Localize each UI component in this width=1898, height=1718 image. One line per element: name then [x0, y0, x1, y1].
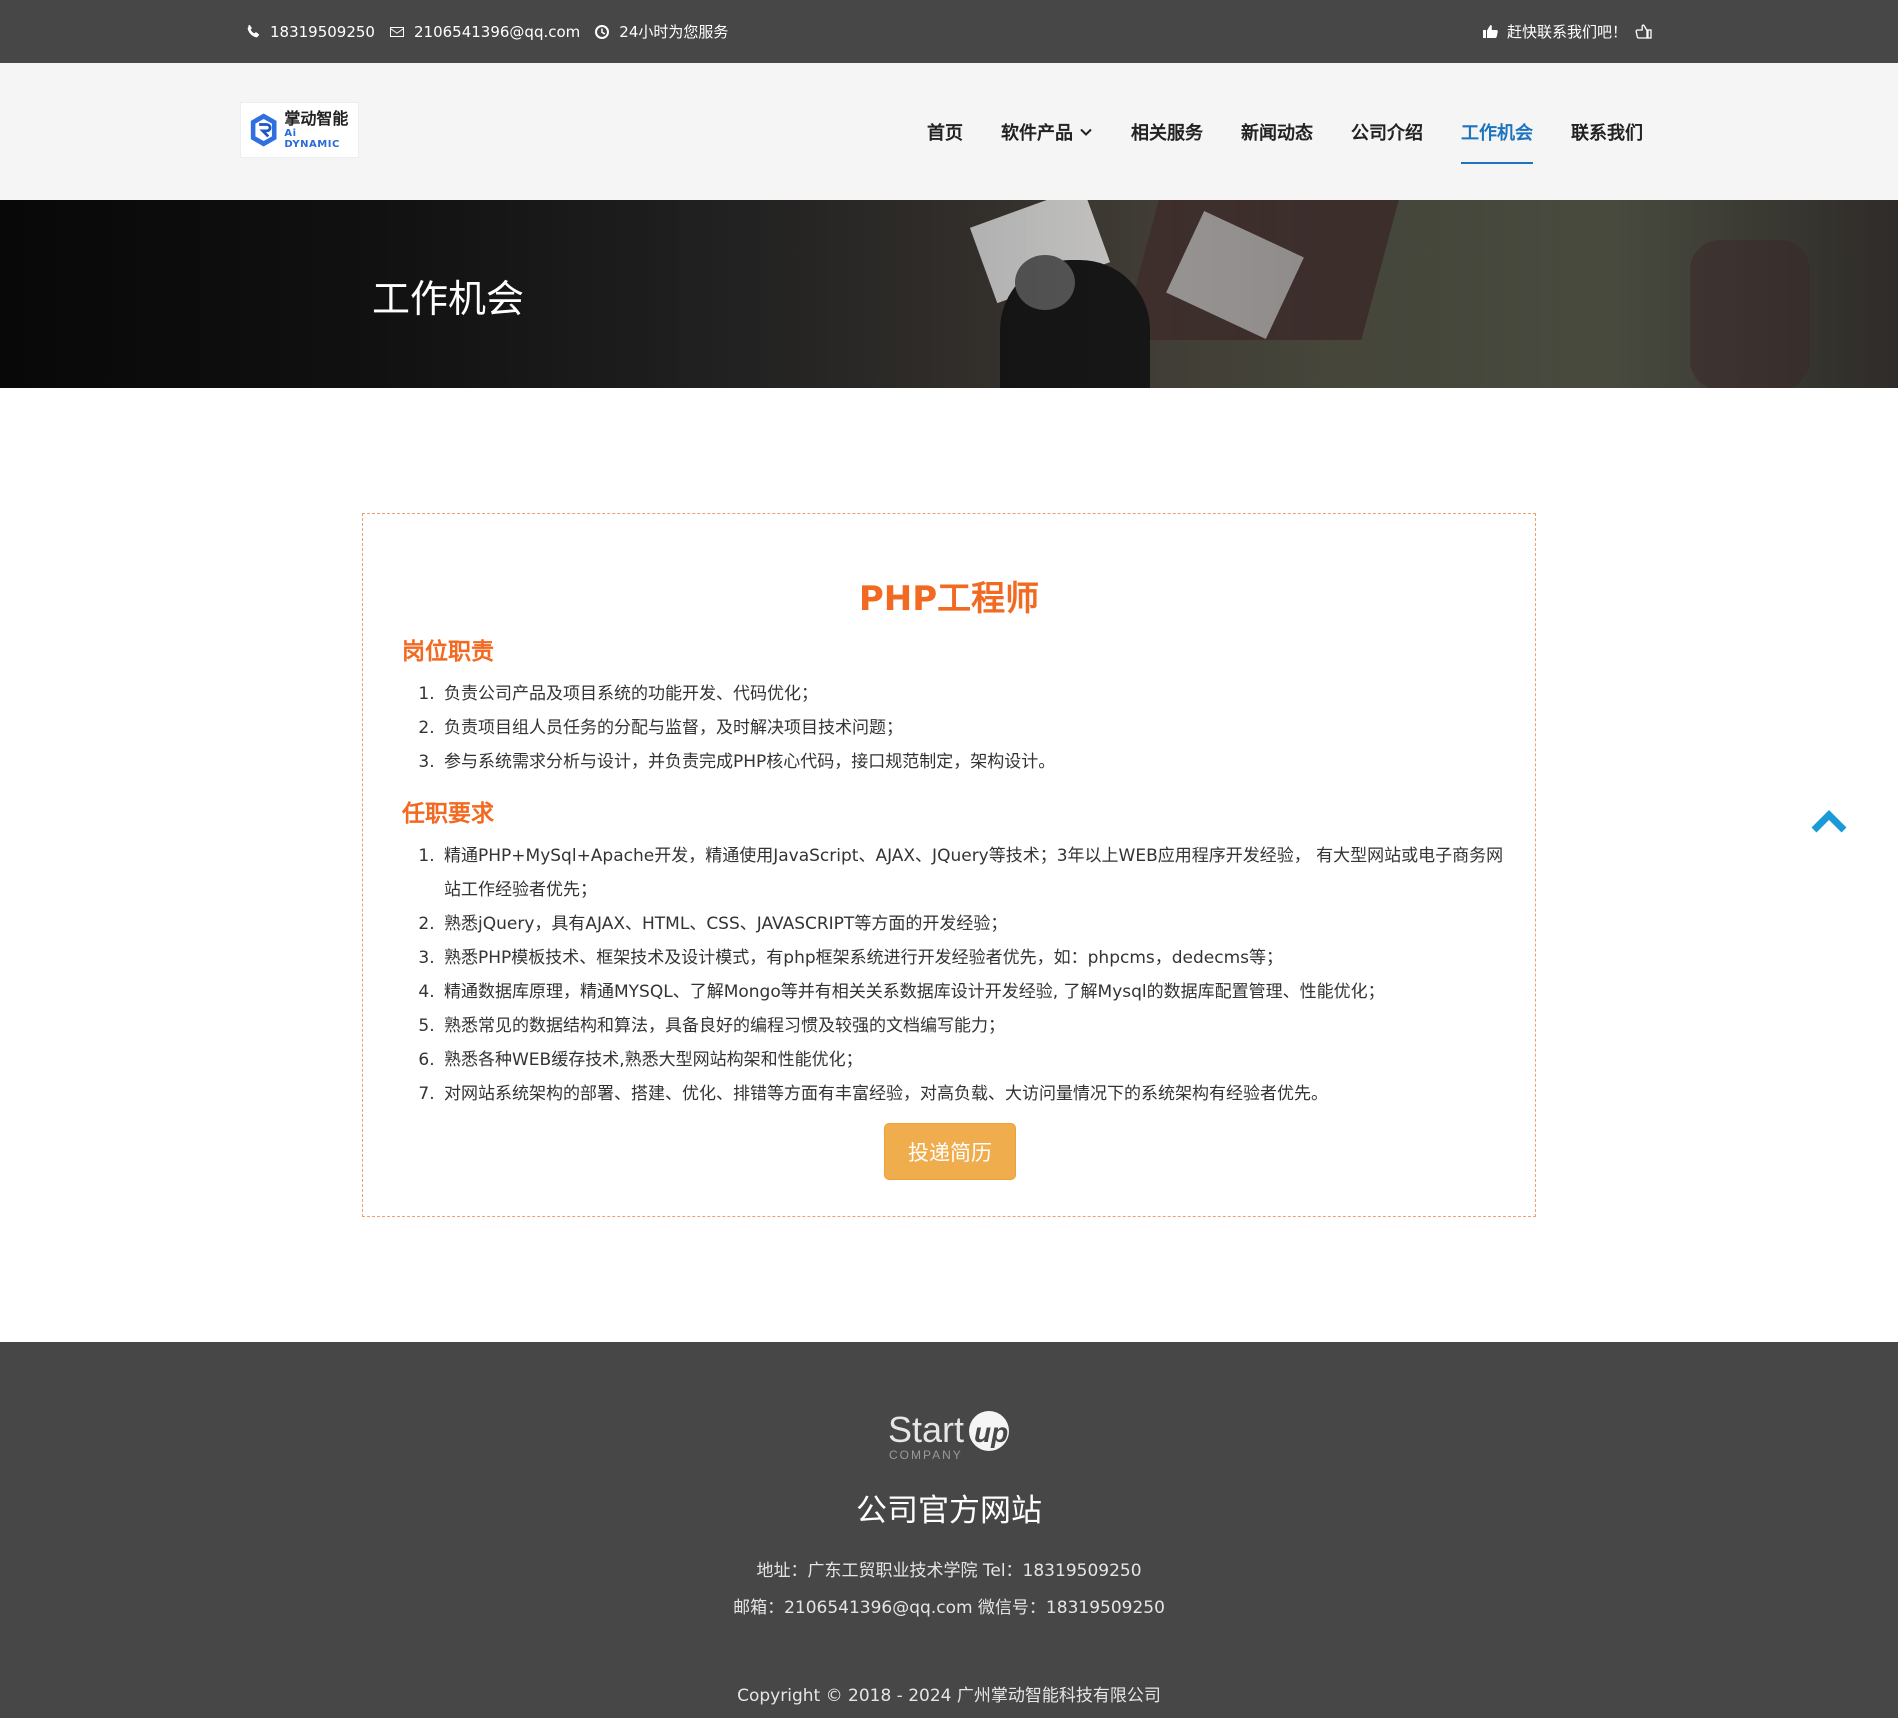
hand-icon — [1635, 23, 1652, 39]
list-item: 精通PHP+MySql+Apache开发，精通使用JavaScript、AJAX… — [440, 839, 1515, 907]
list-item: 熟悉PHP模板技术、框架技术及设计模式，有php框架系统进行开发经验者优先，如：… — [440, 941, 1515, 975]
footer-logo-sub: COMPANY — [889, 1448, 963, 1462]
chevron-up-icon[interactable] — [1811, 808, 1847, 834]
nav-item-services[interactable]: 相关服务 — [1131, 63, 1203, 200]
logo-cn-text: 掌动智能 — [284, 109, 349, 129]
phone-item: 18319509250 — [245, 23, 375, 41]
nav-label: 工作机会 — [1461, 122, 1533, 144]
list-item: 对网站系统架构的部署、搭建、优化、排错等方面有丰富经验，对高负载、大访问量情况下… — [440, 1077, 1515, 1111]
job-posting-card: PHP工程师 岗位职责 负责公司产品及项目系统的功能开发、代码优化； 负责项目组… — [362, 513, 1536, 1217]
list-item: 熟悉jQuery，具有AJAX、HTML、CSS、JAVASCRIPT等方面的开… — [440, 907, 1515, 941]
banner-overlay — [0, 200, 1898, 388]
page-title: 工作机会 — [372, 277, 525, 321]
chevron-down-icon — [1080, 128, 1092, 136]
footer-copyright: Copyright © 2018 - 2024 广州掌动智能科技有限公司 — [737, 1686, 1161, 1706]
email-text[interactable]: 2106541396@qq.com — [414, 23, 580, 41]
mail-icon — [389, 26, 404, 37]
nav-label: 软件产品 — [1001, 122, 1073, 144]
footer-logo-up: up — [974, 1417, 1008, 1448]
logo-mark-icon — [250, 113, 277, 147]
top-info-bar: 18319509250 2106541396@qq.com 24小时为您服务 赶… — [0, 0, 1898, 63]
footer-address: 地址：广东工贸职业技术学院 Tel：18319509250 — [756, 1561, 1142, 1581]
nav-item-about[interactable]: 公司介绍 — [1351, 63, 1423, 200]
nav-item-contact[interactable]: 联系我们 — [1571, 63, 1643, 200]
footer-contact: 邮箱：2106541396@qq.com 微信号：18319509250 — [733, 1598, 1165, 1618]
site-footer: Start up COMPANY 公司官方网站 地址：广东工贸职业技术学院 Te… — [0, 1342, 1898, 1718]
list-item: 参与系统需求分析与设计，并负责完成PHP核心代码，接口规范制定，架构设计。 — [440, 745, 1515, 779]
nav-label: 新闻动态 — [1241, 122, 1313, 144]
contact-cta-text[interactable]: 赶快联系我们吧！ — [1507, 21, 1627, 42]
contact-cta-group: 赶快联系我们吧！ — [1481, 0, 1653, 63]
nav-item-news[interactable]: 新闻动态 — [1241, 63, 1313, 200]
hours-text: 24小时为您服务 — [619, 23, 729, 41]
footer-logo: Start up COMPANY — [888, 1409, 1009, 1462]
contact-info-group: 18319509250 2106541396@qq.com 24小时为您服务 — [245, 0, 728, 63]
list-item: 负责项目组人员任务的分配与监督，及时解决项目技术问题； — [440, 711, 1515, 745]
nav-label: 公司介绍 — [1351, 122, 1423, 144]
main-nav: 首页 软件产品 相关服务 新闻动态 公司介绍 工作机会 联系我们 — [927, 63, 1643, 200]
nav-item-home[interactable]: 首页 — [927, 63, 963, 200]
site-logo[interactable]: 掌动智能 Ai DYNAMIC — [240, 102, 359, 158]
nav-item-products[interactable]: 软件产品 — [1001, 63, 1093, 200]
email-item: 2106541396@qq.com — [389, 23, 580, 41]
logo-text: 掌动智能 Ai DYNAMIC — [284, 110, 350, 150]
duties-list: 负责公司产品及项目系统的功能开发、代码优化； 负责项目组人员任务的分配与监督，及… — [440, 677, 1515, 779]
pointing-hand-icon — [1482, 24, 1498, 38]
nav-label: 相关服务 — [1131, 122, 1203, 144]
list-item: 熟悉常见的数据结构和算法，具备良好的编程习惯及较强的文档编写能力； — [440, 1009, 1515, 1043]
requirements-list: 精通PHP+MySql+Apache开发，精通使用JavaScript、AJAX… — [440, 839, 1515, 1111]
page-banner: 工作机会 — [0, 200, 1898, 388]
clock-icon — [595, 24, 610, 39]
submit-resume-button[interactable]: 投递简历 — [884, 1123, 1016, 1180]
nav-label: 首页 — [927, 122, 963, 144]
site-header: 掌动智能 Ai DYNAMIC 首页 软件产品 相关服务 新闻动态 公司介绍 工… — [0, 63, 1898, 200]
phone-text[interactable]: 18319509250 — [270, 23, 375, 41]
nav-item-jobs[interactable]: 工作机会 — [1461, 63, 1533, 200]
footer-site-name: 公司官方网站 — [856, 1493, 1042, 1529]
hours-item: 24小时为您服务 — [594, 21, 728, 42]
list-item: 精通数据库原理，精通MYSQL、了解Mongo等并有相关关系数据库设计开发经验,… — [440, 975, 1515, 1009]
list-item: 熟悉各种WEB缓存技术,熟悉大型网站构架和性能优化； — [440, 1043, 1515, 1077]
nav-label: 联系我们 — [1571, 122, 1643, 144]
list-item: 负责公司产品及项目系统的功能开发、代码优化； — [440, 677, 1515, 711]
phone-icon — [247, 24, 260, 37]
footer-logo-main: Start — [888, 1409, 964, 1450]
job-title: PHP工程师 — [858, 579, 1040, 619]
requirements-heading: 任职要求 — [402, 801, 494, 827]
logo-en-text: Ai DYNAMIC — [284, 127, 340, 150]
duties-heading: 岗位职责 — [402, 639, 494, 665]
